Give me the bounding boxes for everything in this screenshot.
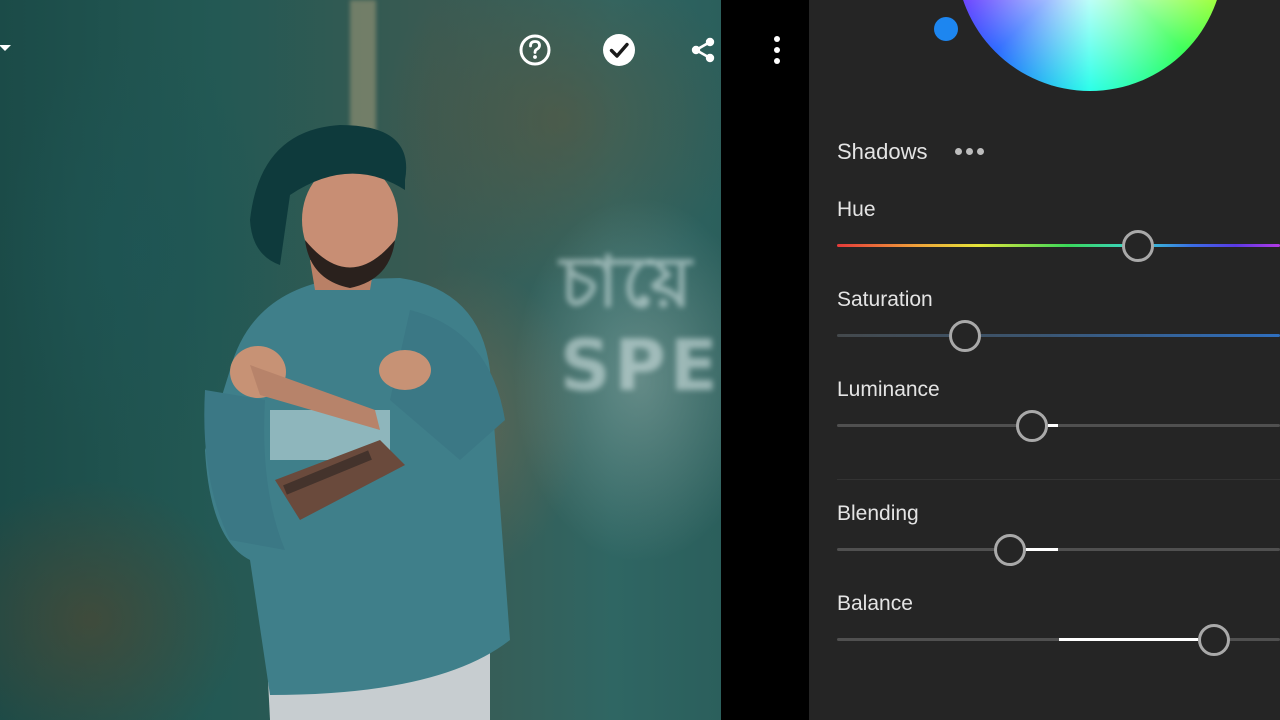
more-options-icon[interactable] (765, 33, 789, 67)
saturation-slider-track[interactable] (837, 334, 1280, 337)
section-more-icon[interactable] (955, 148, 984, 155)
done-checkmark-icon[interactable] (602, 33, 636, 67)
balance-slider-thumb[interactable] (1197, 624, 1230, 656)
photo-preview[interactable]: চায়েSPECIAL (0, 0, 721, 720)
color-wheel[interactable] (956, 0, 1224, 91)
color-wheel-picker[interactable] (934, 17, 958, 41)
color-grading-panel: Shadows Hue Saturation Luminance Blendin… (809, 0, 1280, 720)
person-subject (204, 125, 510, 720)
hue-slider-thumb[interactable] (1122, 230, 1155, 262)
help-icon[interactable] (518, 33, 552, 67)
section-divider (837, 479, 1280, 480)
luminance-label: Luminance (837, 378, 940, 401)
saturation-slider-thumb[interactable] (949, 320, 982, 352)
luminance-slider-thumb[interactable] (1015, 410, 1048, 442)
balance-slider-fill (1058, 638, 1198, 641)
saturation-label: Saturation (837, 288, 933, 311)
hue-label: Hue (837, 198, 876, 221)
section-title: Shadows (837, 139, 928, 164)
blending-slider-track[interactable] (837, 548, 1280, 551)
luminance-slider-fill (1047, 424, 1059, 427)
luminance-slider-track[interactable] (837, 424, 1280, 427)
background-sign-text: চায়েSPECIAL (560, 241, 721, 407)
blending-label: Blending (837, 502, 919, 525)
toolbar-gutter (721, 0, 809, 720)
collapse-arrow-icon[interactable] (0, 45, 11, 51)
blending-slider-fill (1025, 548, 1059, 551)
share-icon[interactable] (686, 33, 720, 67)
hue-slider-track[interactable] (837, 244, 1280, 247)
blending-slider-thumb[interactable] (993, 534, 1026, 566)
balance-label: Balance (837, 592, 913, 615)
